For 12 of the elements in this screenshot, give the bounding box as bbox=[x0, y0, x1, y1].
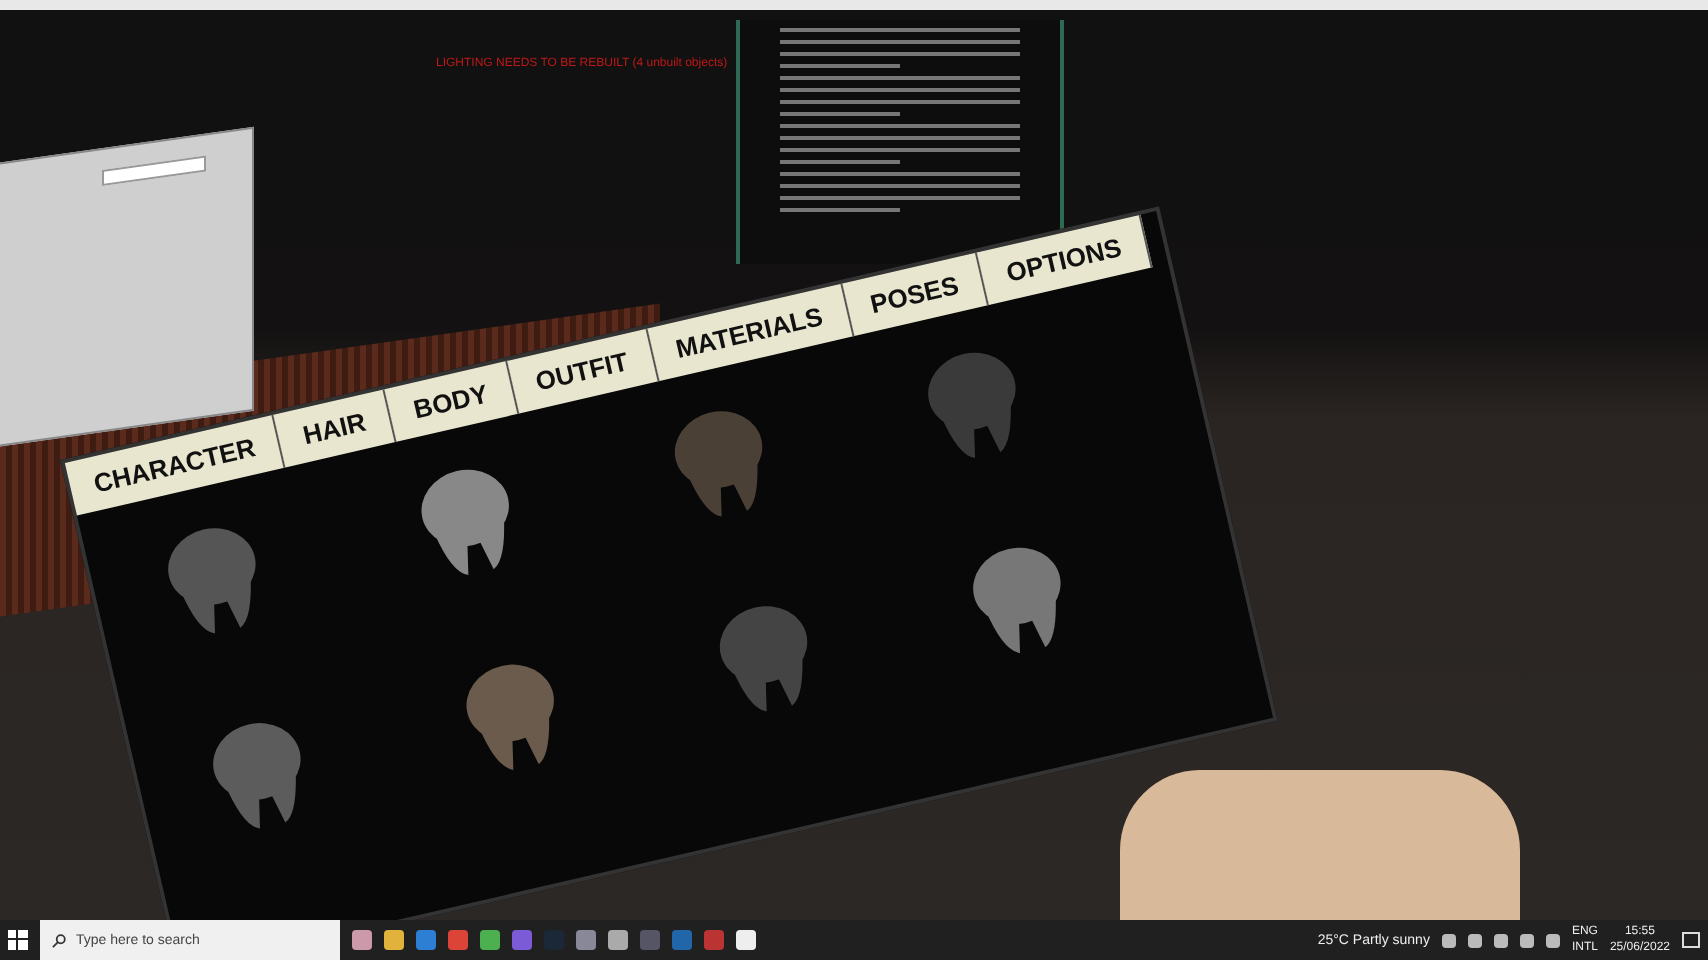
hair-thumbnail[interactable] bbox=[421, 469, 509, 576]
hair-thumbnail[interactable] bbox=[973, 547, 1061, 653]
hair-thumbnail[interactable] bbox=[928, 352, 1016, 459]
hair-thumbnail[interactable] bbox=[213, 723, 301, 829]
window-field bbox=[102, 155, 206, 187]
search-icon bbox=[52, 933, 66, 947]
notification-icon[interactable] bbox=[1682, 931, 1700, 949]
hair-thumbnail[interactable] bbox=[674, 411, 763, 517]
hair-thumbnail[interactable] bbox=[168, 528, 256, 634]
hair-thumbnail[interactable] bbox=[719, 606, 808, 712]
windows-start-icon[interactable] bbox=[8, 930, 28, 950]
hair-thumbnail[interactable] bbox=[466, 664, 554, 770]
